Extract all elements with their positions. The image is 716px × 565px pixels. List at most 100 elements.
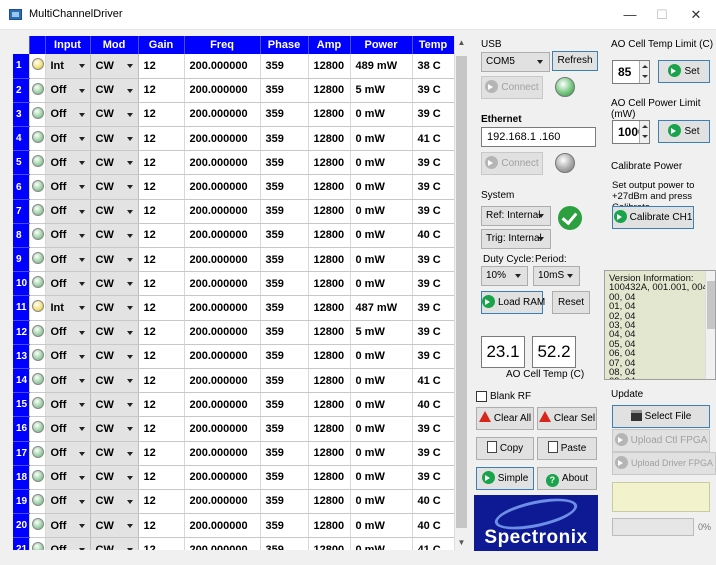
duty-cycle-select[interactable]: 10% <box>481 266 528 286</box>
mod-select[interactable]: CW <box>90 247 139 273</box>
amp-cell[interactable]: 12800 <box>308 441 351 466</box>
input-select[interactable]: Off <box>45 537 91 550</box>
blank-rf-checkbox[interactable] <box>476 391 487 402</box>
row-number[interactable]: 2 <box>13 78 30 103</box>
row-number[interactable]: 6 <box>13 174 30 200</box>
input-select[interactable]: Off <box>45 489 91 515</box>
gain-cell[interactable]: 12 <box>138 126 185 152</box>
amp-cell[interactable]: 12800 <box>308 344 351 369</box>
mod-select[interactable]: CW <box>90 223 139 249</box>
freq-cell[interactable]: 200.000000 <box>184 537 261 550</box>
mod-select[interactable]: CW <box>90 126 139 152</box>
row-number[interactable]: 16 <box>13 416 30 442</box>
mod-select[interactable]: CW <box>90 513 139 539</box>
gain-cell[interactable]: 12 <box>138 247 185 273</box>
paste-button[interactable]: Paste <box>537 437 597 460</box>
row-number[interactable]: 19 <box>13 489 30 515</box>
gain-cell[interactable]: 12 <box>138 344 185 369</box>
phase-cell[interactable]: 359 <box>260 150 309 176</box>
phase-cell[interactable]: 359 <box>260 513 309 539</box>
phase-cell[interactable]: 359 <box>260 416 309 442</box>
row-number[interactable]: 7 <box>13 199 30 224</box>
row-number[interactable]: 20 <box>13 513 30 539</box>
gain-cell[interactable]: 12 <box>138 489 185 515</box>
amp-cell[interactable]: 12800 <box>308 537 351 550</box>
amp-cell[interactable]: 12800 <box>308 174 351 200</box>
table-row[interactable]: 12 Off CW 12 200.000000 359 12800 5 mW 39 C <box>13 320 455 345</box>
freq-cell[interactable]: 200.000000 <box>184 78 261 103</box>
gain-cell[interactable]: 12 <box>138 513 185 539</box>
input-select[interactable]: Off <box>45 102 91 128</box>
input-select[interactable]: Off <box>45 174 91 200</box>
spinner-icon[interactable] <box>639 61 649 83</box>
input-select[interactable]: Off <box>45 465 91 490</box>
column-header[interactable]: Input <box>45 36 91 54</box>
period-select[interactable]: 10mS <box>533 266 580 286</box>
mod-select[interactable]: CW <box>90 54 139 79</box>
phase-cell[interactable]: 359 <box>260 441 309 466</box>
mod-select[interactable]: CW <box>90 465 139 490</box>
table-row[interactable]: 16 Off CW 12 200.000000 359 12800 0 mW 39 C <box>13 416 455 442</box>
phase-cell[interactable]: 359 <box>260 320 309 345</box>
freq-cell[interactable]: 200.000000 <box>184 489 261 515</box>
gain-cell[interactable]: 12 <box>138 174 185 200</box>
temp-limit-set-button[interactable]: Set <box>658 60 710 83</box>
gain-cell[interactable]: 12 <box>138 392 185 418</box>
row-number[interactable]: 1 <box>13 54 30 79</box>
column-header[interactable]: Freq <box>184 36 261 54</box>
row-number[interactable]: 5 <box>13 150 30 176</box>
table-row[interactable]: 8 Off CW 12 200.000000 359 12800 0 mW 40 C <box>13 223 455 249</box>
input-select[interactable]: Off <box>45 199 91 224</box>
mod-select[interactable]: CW <box>90 271 139 297</box>
phase-cell[interactable]: 359 <box>260 54 309 79</box>
column-header[interactable]: Temp <box>412 36 455 54</box>
input-select[interactable]: Off <box>45 416 91 442</box>
amp-cell[interactable]: 12800 <box>308 392 351 418</box>
mod-select[interactable]: CW <box>90 78 139 103</box>
phase-cell[interactable]: 359 <box>260 174 309 200</box>
usb-connect-button[interactable]: Connect <box>481 76 543 99</box>
column-header[interactable]: Phase <box>260 36 309 54</box>
phase-cell[interactable]: 359 <box>260 465 309 490</box>
power-limit-set-button[interactable]: Set <box>658 120 710 143</box>
input-select[interactable]: Off <box>45 320 91 345</box>
input-select[interactable]: Off <box>45 223 91 249</box>
gain-cell[interactable]: 12 <box>138 465 185 490</box>
version-info-box[interactable]: Version Information: 100432A, 001.001, 00… <box>604 270 716 380</box>
column-header[interactable] <box>29 36 46 54</box>
table-row[interactable]: 3 Off CW 12 200.000000 359 12800 0 mW 39 C <box>13 102 455 128</box>
freq-cell[interactable]: 200.000000 <box>184 199 261 224</box>
select-file-button[interactable]: Select File <box>612 405 710 428</box>
row-number[interactable]: 10 <box>13 271 30 297</box>
freq-cell[interactable]: 200.000000 <box>184 223 261 249</box>
mod-select[interactable]: CW <box>90 368 139 394</box>
table-row[interactable]: 1 Int CW 12 200.000000 359 12800 489 mW 38 C <box>13 54 455 79</box>
row-number[interactable]: 12 <box>13 320 30 345</box>
column-header[interactable] <box>13 36 30 54</box>
reset-button[interactable]: Reset <box>552 291 590 314</box>
freq-cell[interactable]: 200.000000 <box>184 174 261 200</box>
phase-cell[interactable]: 359 <box>260 392 309 418</box>
freq-cell[interactable]: 200.000000 <box>184 247 261 273</box>
calibrate-button[interactable]: Calibrate CH1 <box>612 206 694 229</box>
gain-cell[interactable]: 12 <box>138 199 185 224</box>
table-row[interactable]: 7 Off CW 12 200.000000 359 12800 0 mW 39 C <box>13 199 455 224</box>
input-select[interactable]: Int <box>45 295 91 321</box>
mod-select[interactable]: CW <box>90 344 139 369</box>
input-select[interactable]: Off <box>45 441 91 466</box>
phase-cell[interactable]: 359 <box>260 247 309 273</box>
gain-cell[interactable]: 12 <box>138 441 185 466</box>
amp-cell[interactable]: 12800 <box>308 102 351 128</box>
freq-cell[interactable]: 200.000000 <box>184 150 261 176</box>
amp-cell[interactable]: 12800 <box>308 320 351 345</box>
scroll-thumb[interactable] <box>456 56 467 528</box>
freq-cell[interactable]: 200.000000 <box>184 320 261 345</box>
simple-button[interactable]: Simple <box>476 467 534 490</box>
clear-all-button[interactable]: Clear All <box>476 407 534 430</box>
input-select[interactable]: Off <box>45 247 91 273</box>
freq-cell[interactable]: 200.000000 <box>184 102 261 128</box>
table-row[interactable]: 10 Off CW 12 200.000000 359 12800 0 mW 39 C <box>13 271 455 297</box>
amp-cell[interactable]: 12800 <box>308 223 351 249</box>
grid-scrollbar[interactable]: ▲ ▼ <box>454 36 467 550</box>
amp-cell[interactable]: 12800 <box>308 465 351 490</box>
